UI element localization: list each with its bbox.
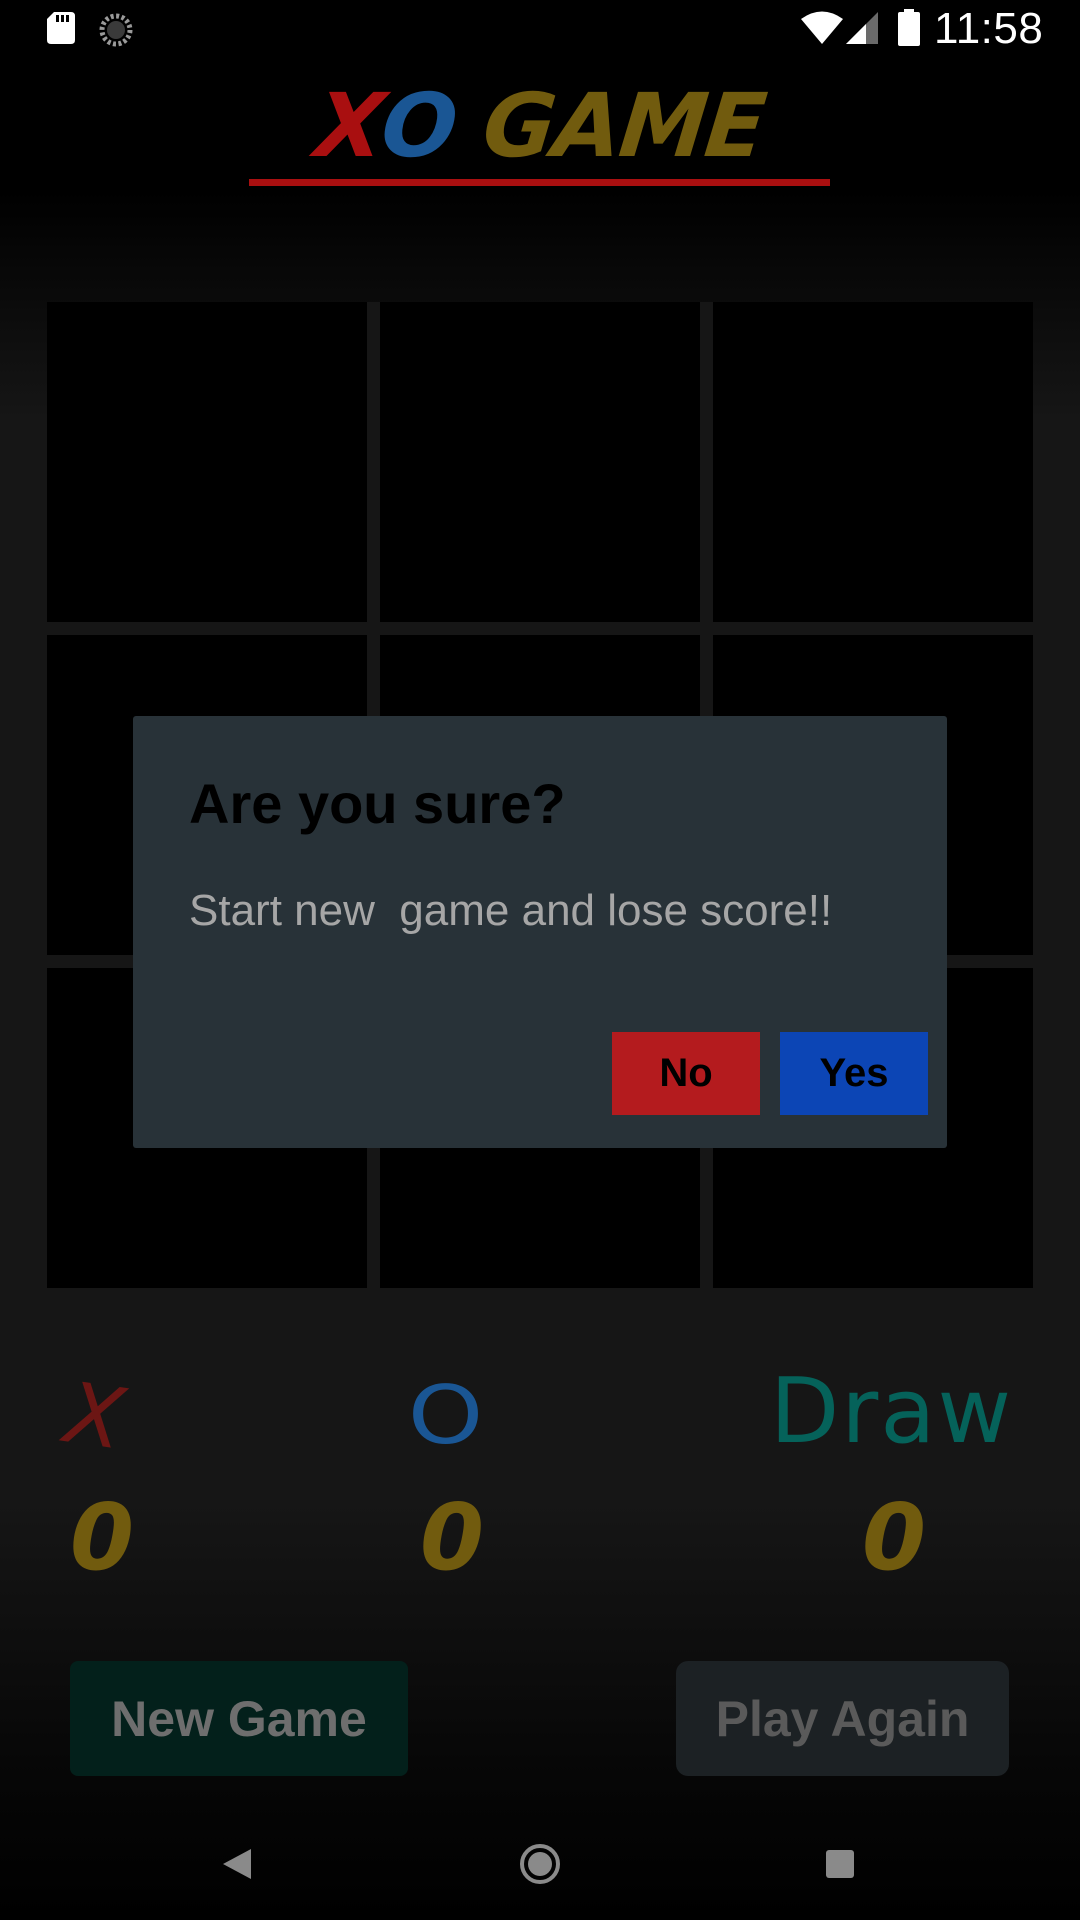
wifi-icon — [801, 11, 843, 44]
score-label-x: X — [59, 1363, 131, 1469]
dialog-title: Are you sure? — [189, 772, 566, 835]
title-o: O — [376, 74, 461, 177]
board-cell-2[interactable] — [380, 302, 700, 622]
score-value-x: 0 — [69, 1484, 134, 1591]
board-cell-3[interactable] — [713, 302, 1033, 622]
title-underline — [249, 179, 830, 186]
home-icon[interactable] — [519, 1843, 561, 1885]
confirm-dialog: Are you sure? Start new game and lose sc… — [133, 716, 947, 1148]
dialog-message: Start new game and lose score!! — [189, 886, 833, 935]
score-value-draw: 0 — [861, 1484, 926, 1591]
score-value-o: 0 — [419, 1484, 484, 1591]
sync-icon — [99, 13, 133, 47]
no-button[interactable]: No — [612, 1032, 760, 1115]
new-game-button[interactable]: New Game — [70, 1661, 408, 1776]
app-title: XO GAME — [0, 74, 1080, 177]
app-screen: 11:58 XO GAME X O Draw 0 0 0 New Game Pl… — [0, 0, 1080, 1920]
signal-icon — [846, 12, 878, 44]
back-icon[interactable] — [221, 1847, 253, 1881]
board-cell-1[interactable] — [47, 302, 367, 622]
score-label-draw: Draw — [770, 1359, 1014, 1464]
play-again-button[interactable]: Play Again — [676, 1661, 1009, 1776]
title-game: GAME — [449, 74, 770, 177]
title-x: X — [310, 74, 388, 177]
yes-button[interactable]: Yes — [780, 1032, 928, 1115]
score-label-o: O — [407, 1369, 484, 1462]
recents-icon[interactable] — [826, 1850, 854, 1878]
status-bar: 11:58 — [0, 0, 1080, 58]
sd-card-icon — [47, 12, 75, 44]
status-clock: 11:58 — [934, 4, 1044, 53]
battery-icon — [898, 9, 920, 46]
